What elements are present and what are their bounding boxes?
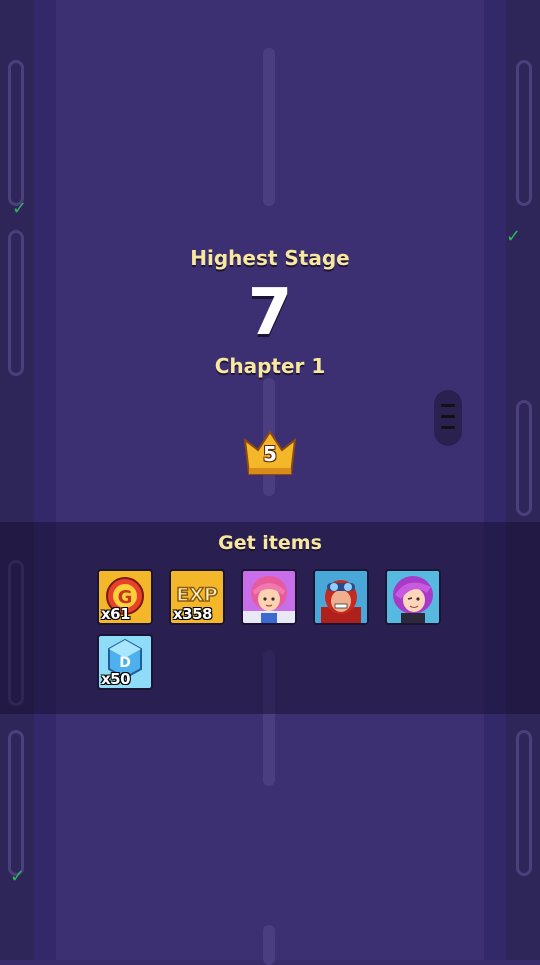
rail-right — [516, 400, 532, 516]
lane-marking — [263, 48, 275, 206]
item-quantity: x50 — [101, 670, 131, 688]
reward-item-hero[interactable] — [241, 569, 297, 625]
menu-handle[interactable] — [434, 390, 462, 446]
crown-icon: 5 — [242, 430, 298, 478]
stage-number: 7 — [247, 276, 293, 350]
road-curb-right — [484, 0, 506, 960]
check-icon: ✓ — [12, 198, 28, 219]
reward-item-exp[interactable]: EXP x358 — [169, 569, 225, 625]
purple-hair-hero-portrait — [387, 571, 439, 623]
item-quantity: x358 — [173, 605, 213, 623]
pink-hair-hero-portrait — [243, 576, 295, 623]
get-items-title: Get items — [218, 532, 322, 554]
check-icon: ✓ — [10, 866, 26, 887]
svg-text:D: D — [119, 655, 131, 671]
lane-marking — [263, 925, 275, 965]
rail-left — [8, 60, 24, 206]
chapter-label: Chapter 1 — [214, 354, 326, 378]
rail-left — [8, 730, 24, 876]
check-icon: ✓ — [506, 226, 522, 247]
rail-right — [516, 60, 532, 206]
svg-text:EXP: EXP — [176, 584, 218, 606]
red-goggles-hero-portrait — [315, 571, 367, 623]
rail-right — [516, 730, 532, 876]
reward-item-diamond[interactable]: D x50 — [97, 634, 153, 690]
reward-item-gold[interactable]: G x61 — [97, 569, 153, 625]
reward-item-hero[interactable] — [313, 569, 369, 625]
crown-level: 5 — [263, 442, 277, 466]
reward-item-hero[interactable] — [385, 569, 441, 625]
item-quantity: x61 — [101, 605, 131, 623]
highest-stage-heading: Highest Stage — [190, 246, 350, 270]
road-curb-left — [34, 0, 56, 960]
